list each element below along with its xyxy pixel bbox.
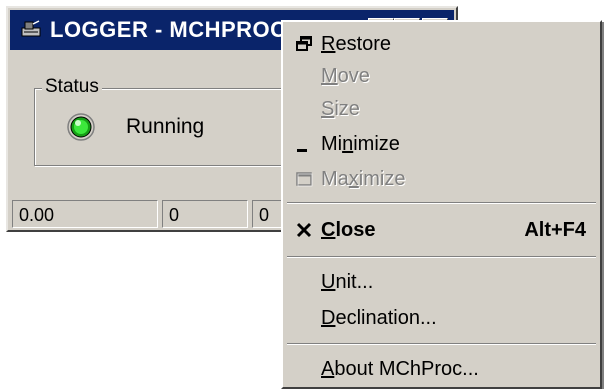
menu-item-label: Unit... (321, 271, 374, 293)
menu-item-declination[interactable]: Declination... (283, 303, 600, 333)
menu-item-label: Restore (321, 33, 392, 55)
menu-item-close[interactable]: Close Alt+F4 (283, 215, 600, 245)
status-group-label: Status (42, 76, 102, 98)
maximize-icon (296, 172, 313, 187)
menu-item-unit[interactable]: Unit... (283, 267, 600, 297)
minimize-icon (297, 149, 307, 152)
menu-separator (287, 256, 596, 258)
menu-item-label: Move (321, 65, 370, 87)
menu-item-label: Size (321, 98, 360, 120)
menu-item-label: Maximize (321, 168, 406, 190)
status-panel-value: 0.00 (12, 200, 158, 228)
status-text: Running (126, 115, 205, 138)
app-icon[interactable] (20, 19, 42, 39)
menu-item-minimize[interactable]: Minimize (283, 129, 600, 159)
menu-item-about[interactable]: About MChProc... (283, 354, 600, 384)
menu-item-label: Close (321, 219, 376, 241)
menu-item-size: Size (283, 94, 600, 124)
menu-item-label: Declination... (321, 307, 437, 329)
close-icon (296, 222, 312, 238)
status-led-icon (67, 113, 95, 141)
window-title: LOGGER - MCHPROC (50, 17, 287, 42)
menu-separator (287, 202, 596, 204)
close-shortcut: Alt+F4 (524, 219, 586, 241)
restore-icon (296, 36, 312, 51)
menu-separator (287, 343, 596, 345)
menu-item-maximize: Maximize (283, 164, 600, 194)
menu-item-label: About MChProc... (321, 358, 479, 380)
menu-item-label: Minimize (321, 133, 400, 155)
menu-item-move: Move (283, 61, 600, 91)
menu-item-restore[interactable]: Restore (283, 29, 600, 59)
system-menu: Restore Move Size Minimize Maximize Clos… (281, 20, 602, 389)
status-panel-count-1: 0 (162, 200, 248, 228)
